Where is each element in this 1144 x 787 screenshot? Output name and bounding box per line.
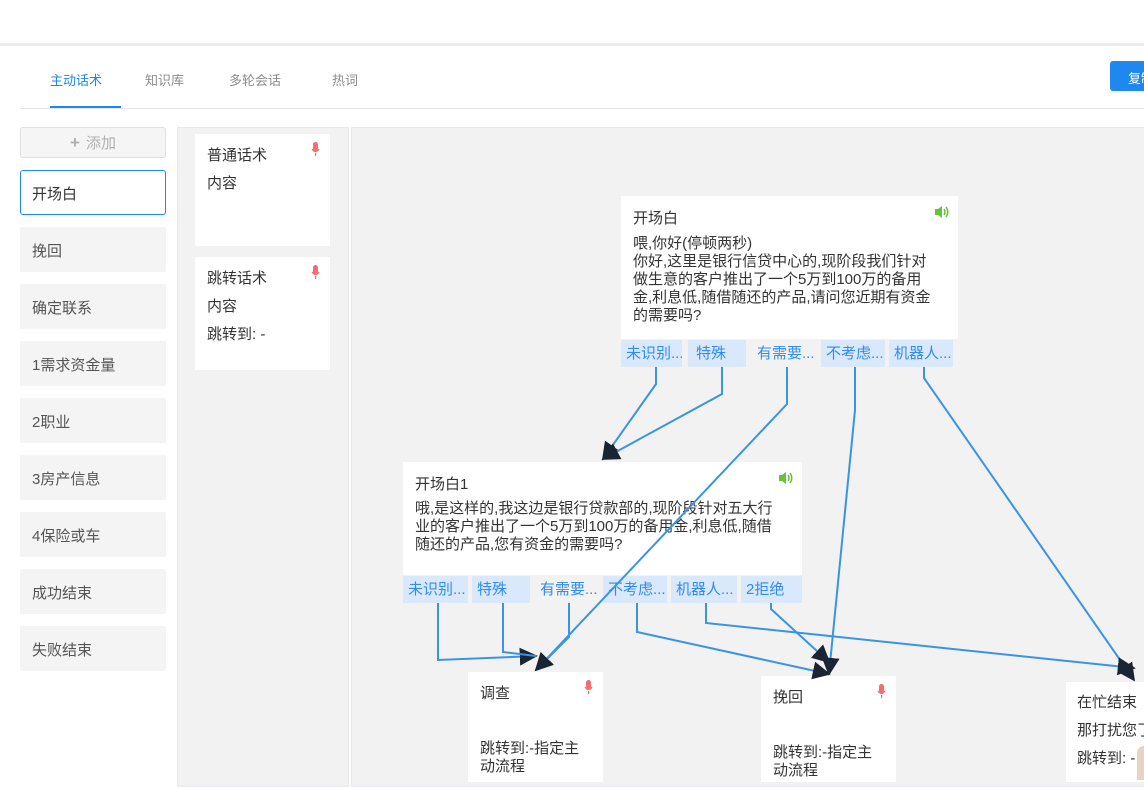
edge-opening1-robot: [705, 603, 1136, 676]
edge-opening-has-need: [534, 367, 788, 672]
edge-opening1-has-need: [534, 603, 570, 672]
edge-opening-robot: [923, 367, 1136, 682]
flow-connections: [437, 367, 1136, 682]
edge-opening-not-considering: [821, 367, 856, 676]
edge-opening-special: [601, 367, 723, 460]
edge-opening1-not-considering: [636, 603, 831, 680]
edge-opening1-unrecognized: [437, 603, 538, 666]
edge-opening1-special: [502, 603, 537, 657]
avatar[interactable]: [1137, 746, 1144, 780]
